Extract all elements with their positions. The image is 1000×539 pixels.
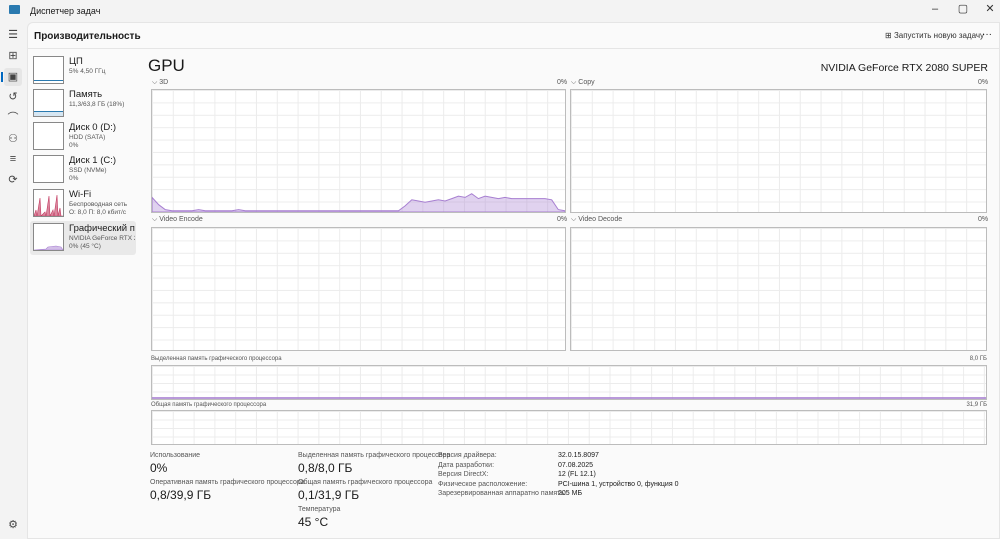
info-key: Физическое расположение: (438, 480, 528, 488)
dedicated-value: 0,8/8,0 ГБ (298, 461, 353, 475)
graph-copy-value: 0% (978, 79, 989, 86)
graph-video-decode (570, 227, 987, 351)
maximize-button[interactable]: ▢ (948, 0, 978, 20)
sidebar-item-sub2: 0% (69, 175, 79, 182)
active-indicator (1, 72, 3, 82)
sidebar-item-name: Память (69, 89, 103, 100)
sidebar-item-sub1: 11,3/63,8 ГБ (18%) (69, 101, 125, 108)
services-icon[interactable]: ⟳ (4, 171, 22, 189)
new-task-icon: ⊞ (885, 31, 894, 40)
info-value: 32.0.15.8097 (558, 452, 599, 459)
info-key: Дата разработки: (438, 461, 495, 469)
shared-label: Общая память графического процессора (298, 479, 433, 486)
shared-memory-max: 31,9 ГБ (966, 402, 987, 408)
header-divider (27, 48, 1000, 49)
details-icon[interactable]: ≡ (4, 150, 22, 168)
shared-memory-graph (151, 410, 987, 445)
app-icon (9, 5, 20, 14)
minimize-button[interactable]: – (920, 0, 950, 20)
graph-copy-label[interactable]: ⌵ Copy (571, 79, 595, 87)
startup-apps-icon[interactable]: ⌒ (4, 109, 22, 127)
page-title: Производительность (34, 31, 141, 42)
graph-encode-value: 0% (557, 216, 568, 223)
info-value: 07.08.2025 (558, 461, 594, 469)
nav-rail: ☰ ⊞ ▣ ↺ ⌒ ⚇ ≡ ⟳ ⚙ (0, 22, 27, 539)
sidebar-item-sub2: 0% (45 °C) (69, 243, 101, 250)
sidebar-item-name: Диск 0 (D:) (69, 122, 117, 133)
hamburger-menu-icon[interactable]: ☰ (4, 26, 22, 44)
sidebar-item-name: Wi-Fi (69, 189, 92, 200)
dedicated-memory-label: Выделенная память графического процессор… (151, 356, 282, 362)
sidebar-item[interactable]: ЦП 5% 4,50 ГГц (30, 54, 136, 88)
processes-icon[interactable]: ⊞ (4, 47, 22, 65)
graph-decode-label[interactable]: ⌵ Video Decode (571, 216, 622, 224)
shared-memory-label: Общая память графического процессора (151, 402, 267, 408)
title-bar: Диспетчер задач – ▢ ✕ (0, 0, 1000, 22)
sidebar-thumbnail-graph (33, 89, 64, 117)
dedicated-label: Выделенная память графического процессор… (298, 452, 451, 459)
graph-encode-label[interactable]: ⌵ Video Encode (152, 216, 203, 224)
window-title: Диспетчер задач (30, 6, 101, 16)
info-key: Версия драйвера: (438, 452, 497, 459)
run-new-task-button[interactable]: ⊞ Запустить новую задачу (885, 31, 984, 40)
sidebar-item-sub1: NVIDIA GeForce RTX 2080 SUPER (69, 235, 135, 242)
sidebar-item-name: ЦП (69, 56, 83, 67)
sidebar-item-sub1: Беспроводная сеть (69, 201, 128, 208)
temperature-label: Температура (298, 506, 341, 513)
info-value: 12 (FL 12.1) (558, 471, 596, 478)
sidebar-item-sub1: SSD (NVMe) (69, 167, 107, 174)
sidebar-item-sub2: 0% (69, 142, 79, 149)
sidebar-item[interactable]: Графический процессор NVIDIA GeForce RTX… (30, 221, 136, 255)
app-history-icon[interactable]: ↺ (4, 88, 22, 106)
info-key: Зарезервированная аппаратно память: (438, 490, 566, 497)
settings-icon[interactable]: ⚙ (4, 516, 22, 534)
graph-copy (570, 89, 987, 213)
dedicated-memory-max: 8,0 ГБ (969, 356, 987, 362)
graph-decode-value: 0% (978, 216, 989, 223)
sidebar-thumbnail-graph (33, 223, 64, 251)
sidebar-item[interactable]: Диск 0 (D:) HDD (SATA) 0% (30, 120, 136, 154)
graph-3d-label[interactable]: ⌵ 3D (152, 79, 168, 87)
gpu-ram-label: Оперативная память графического процессо… (150, 479, 305, 486)
shared-value: 0,1/31,9 ГБ (298, 488, 360, 502)
graph-3d-area (152, 193, 565, 212)
sidebar-thumbnail-graph (33, 189, 64, 217)
sidebar-item-sub1: 5% 4,50 ГГц (69, 68, 106, 75)
graph-3d-value: 0% (557, 79, 568, 86)
sidebar-item-sub2: О: 8,0 П: 8,0 кбит/с (69, 209, 127, 216)
info-key: Версия DirectX: (438, 471, 489, 478)
sidebar-item-name: Графический процессор (69, 223, 135, 234)
gpu-title: GPU (148, 56, 185, 75)
sidebar-item-name: Диск 1 (C:) (69, 155, 117, 166)
more-options-button[interactable]: ··· (982, 29, 992, 40)
sidebar-item[interactable]: Wi-Fi Беспроводная сеть О: 8,0 П: 8,0 кб… (30, 187, 136, 221)
sidebar-thumbnail-graph (33, 155, 64, 183)
users-icon[interactable]: ⚇ (4, 130, 22, 148)
temperature-value: 45 °C (298, 515, 329, 529)
usage-value: 0% (150, 461, 168, 475)
sidebar-item-sub1: HDD (SATA) (69, 134, 106, 141)
sidebar-item[interactable]: Диск 1 (C:) SSD (NVMe) 0% (30, 153, 136, 187)
dedicated-memory-graph (151, 365, 987, 400)
graph-video-encode (151, 227, 566, 351)
dedicated-memory-fill (152, 397, 986, 399)
close-button[interactable]: ✕ (975, 0, 1000, 20)
gpu-model: NVIDIA GeForce RTX 2080 SUPER (820, 62, 988, 74)
sidebar-thumbnail-graph (33, 56, 64, 84)
sidebar-thumbnail-graph (33, 122, 64, 150)
graph-3d (151, 89, 566, 213)
usage-label: Использование (150, 452, 201, 459)
performance-icon[interactable]: ▣ (4, 68, 22, 86)
info-value: 205 МБ (558, 490, 583, 497)
gpu-ram-value: 0,8/39,9 ГБ (150, 488, 212, 502)
sidebar-item[interactable]: Память 11,3/63,8 ГБ (18%) (30, 87, 136, 121)
info-value: PCI-шина 1, устройство 0, функция 0 (558, 480, 679, 488)
